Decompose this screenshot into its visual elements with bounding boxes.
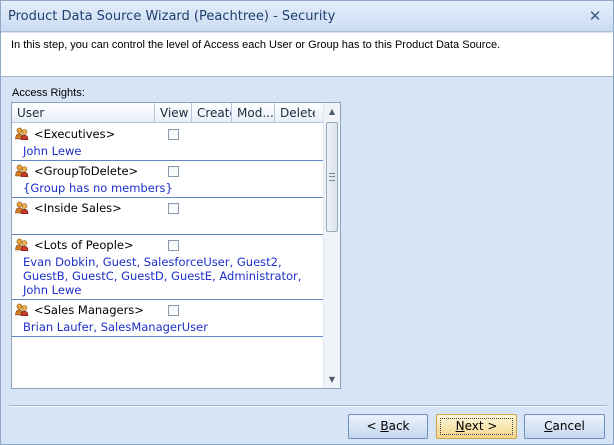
view-checkbox[interactable] bbox=[168, 166, 179, 177]
back-button-prefix: < bbox=[366, 419, 381, 433]
group-line: <GroupToDelete> bbox=[12, 161, 323, 180]
column-header-create[interactable]: Create bbox=[192, 103, 232, 123]
group-line: <Executives> bbox=[12, 124, 323, 143]
group-name: <Inside Sales> bbox=[34, 201, 122, 215]
group-users-icon bbox=[15, 127, 29, 140]
next-button[interactable]: Next > bbox=[436, 414, 517, 439]
group-members: Brian Laufer, SalesManagerUser bbox=[23, 320, 208, 334]
group-line: <Sales Managers> bbox=[12, 300, 323, 319]
cancel-button-label: ancel bbox=[552, 419, 585, 433]
title-bar: Product Data Source Wizard (Peachtree) -… bbox=[1, 1, 613, 32]
group-line: <Inside Sales> bbox=[12, 198, 323, 217]
group-members: {Group has no members} bbox=[23, 181, 173, 195]
wizard-window: Product Data Source Wizard (Peachtree) -… bbox=[0, 0, 614, 445]
focus-rectangle bbox=[440, 418, 513, 435]
column-header-modify[interactable]: Mod... bbox=[232, 103, 275, 123]
group-users-icon bbox=[15, 238, 29, 251]
column-header-user[interactable]: User bbox=[12, 103, 155, 123]
scrollbar-thumb[interactable] bbox=[326, 122, 338, 232]
table-row[interactable]: <Executives> John Lewe bbox=[12, 124, 323, 161]
column-header-view[interactable]: View bbox=[155, 103, 192, 123]
cancel-button[interactable]: Cancel bbox=[524, 414, 605, 439]
group-name: <Lots of People> bbox=[34, 238, 134, 252]
access-rights-grid[interactable]: User View Create Mod... Delete <Executiv… bbox=[11, 102, 341, 389]
table-row[interactable]: <Sales Managers> Brian Laufer, SalesMana… bbox=[12, 300, 323, 337]
group-members: John Lewe bbox=[23, 144, 82, 158]
scroll-up-arrow-icon[interactable]: ▲ bbox=[324, 103, 340, 120]
back-button-label: ack bbox=[388, 419, 410, 433]
back-button[interactable]: < Back bbox=[348, 414, 428, 439]
intro-text: In this step, you can control the level … bbox=[11, 39, 501, 51]
access-rights-label: Access Rights: bbox=[12, 87, 85, 99]
table-row[interactable]: <GroupToDelete> {Group has no members} bbox=[12, 161, 323, 198]
grid-header: User View Create Mod... Delete bbox=[12, 103, 323, 123]
footer-separator bbox=[9, 405, 607, 407]
grip-icon bbox=[329, 173, 335, 181]
view-checkbox[interactable] bbox=[168, 305, 179, 316]
vertical-scrollbar[interactable]: ▲ ▼ bbox=[323, 103, 340, 388]
intro-panel: In this step, you can control the level … bbox=[1, 33, 613, 77]
cancel-button-mnemonic: C bbox=[544, 419, 553, 433]
group-users-icon bbox=[15, 201, 29, 214]
group-name: <Executives> bbox=[34, 127, 116, 141]
group-name: <Sales Managers> bbox=[34, 303, 144, 317]
view-checkbox[interactable] bbox=[168, 240, 179, 251]
scroll-down-arrow-icon[interactable]: ▼ bbox=[324, 371, 340, 388]
group-name: <GroupToDelete> bbox=[34, 164, 139, 178]
table-row[interactable]: <Lots of People> Evan Dobkin, Guest, Sal… bbox=[12, 235, 323, 300]
window-title: Product Data Source Wizard (Peachtree) -… bbox=[8, 9, 336, 24]
view-checkbox[interactable] bbox=[168, 203, 179, 214]
table-row[interactable]: <Inside Sales> bbox=[12, 198, 323, 235]
group-users-icon bbox=[15, 303, 29, 316]
grid-rows: <Executives> John Lewe <GroupToDelete> {… bbox=[12, 124, 323, 337]
close-icon[interactable]: ✕ bbox=[587, 8, 603, 24]
column-header-delete[interactable]: Delete bbox=[275, 103, 315, 123]
group-line: <Lots of People> bbox=[12, 235, 323, 254]
group-members bbox=[12, 217, 323, 234]
group-users-icon bbox=[15, 164, 29, 177]
group-members: Evan Dobkin, Guest, SalesforceUser, Gues… bbox=[23, 255, 302, 297]
back-button-mnemonic: B bbox=[380, 419, 389, 433]
view-checkbox[interactable] bbox=[168, 129, 179, 140]
